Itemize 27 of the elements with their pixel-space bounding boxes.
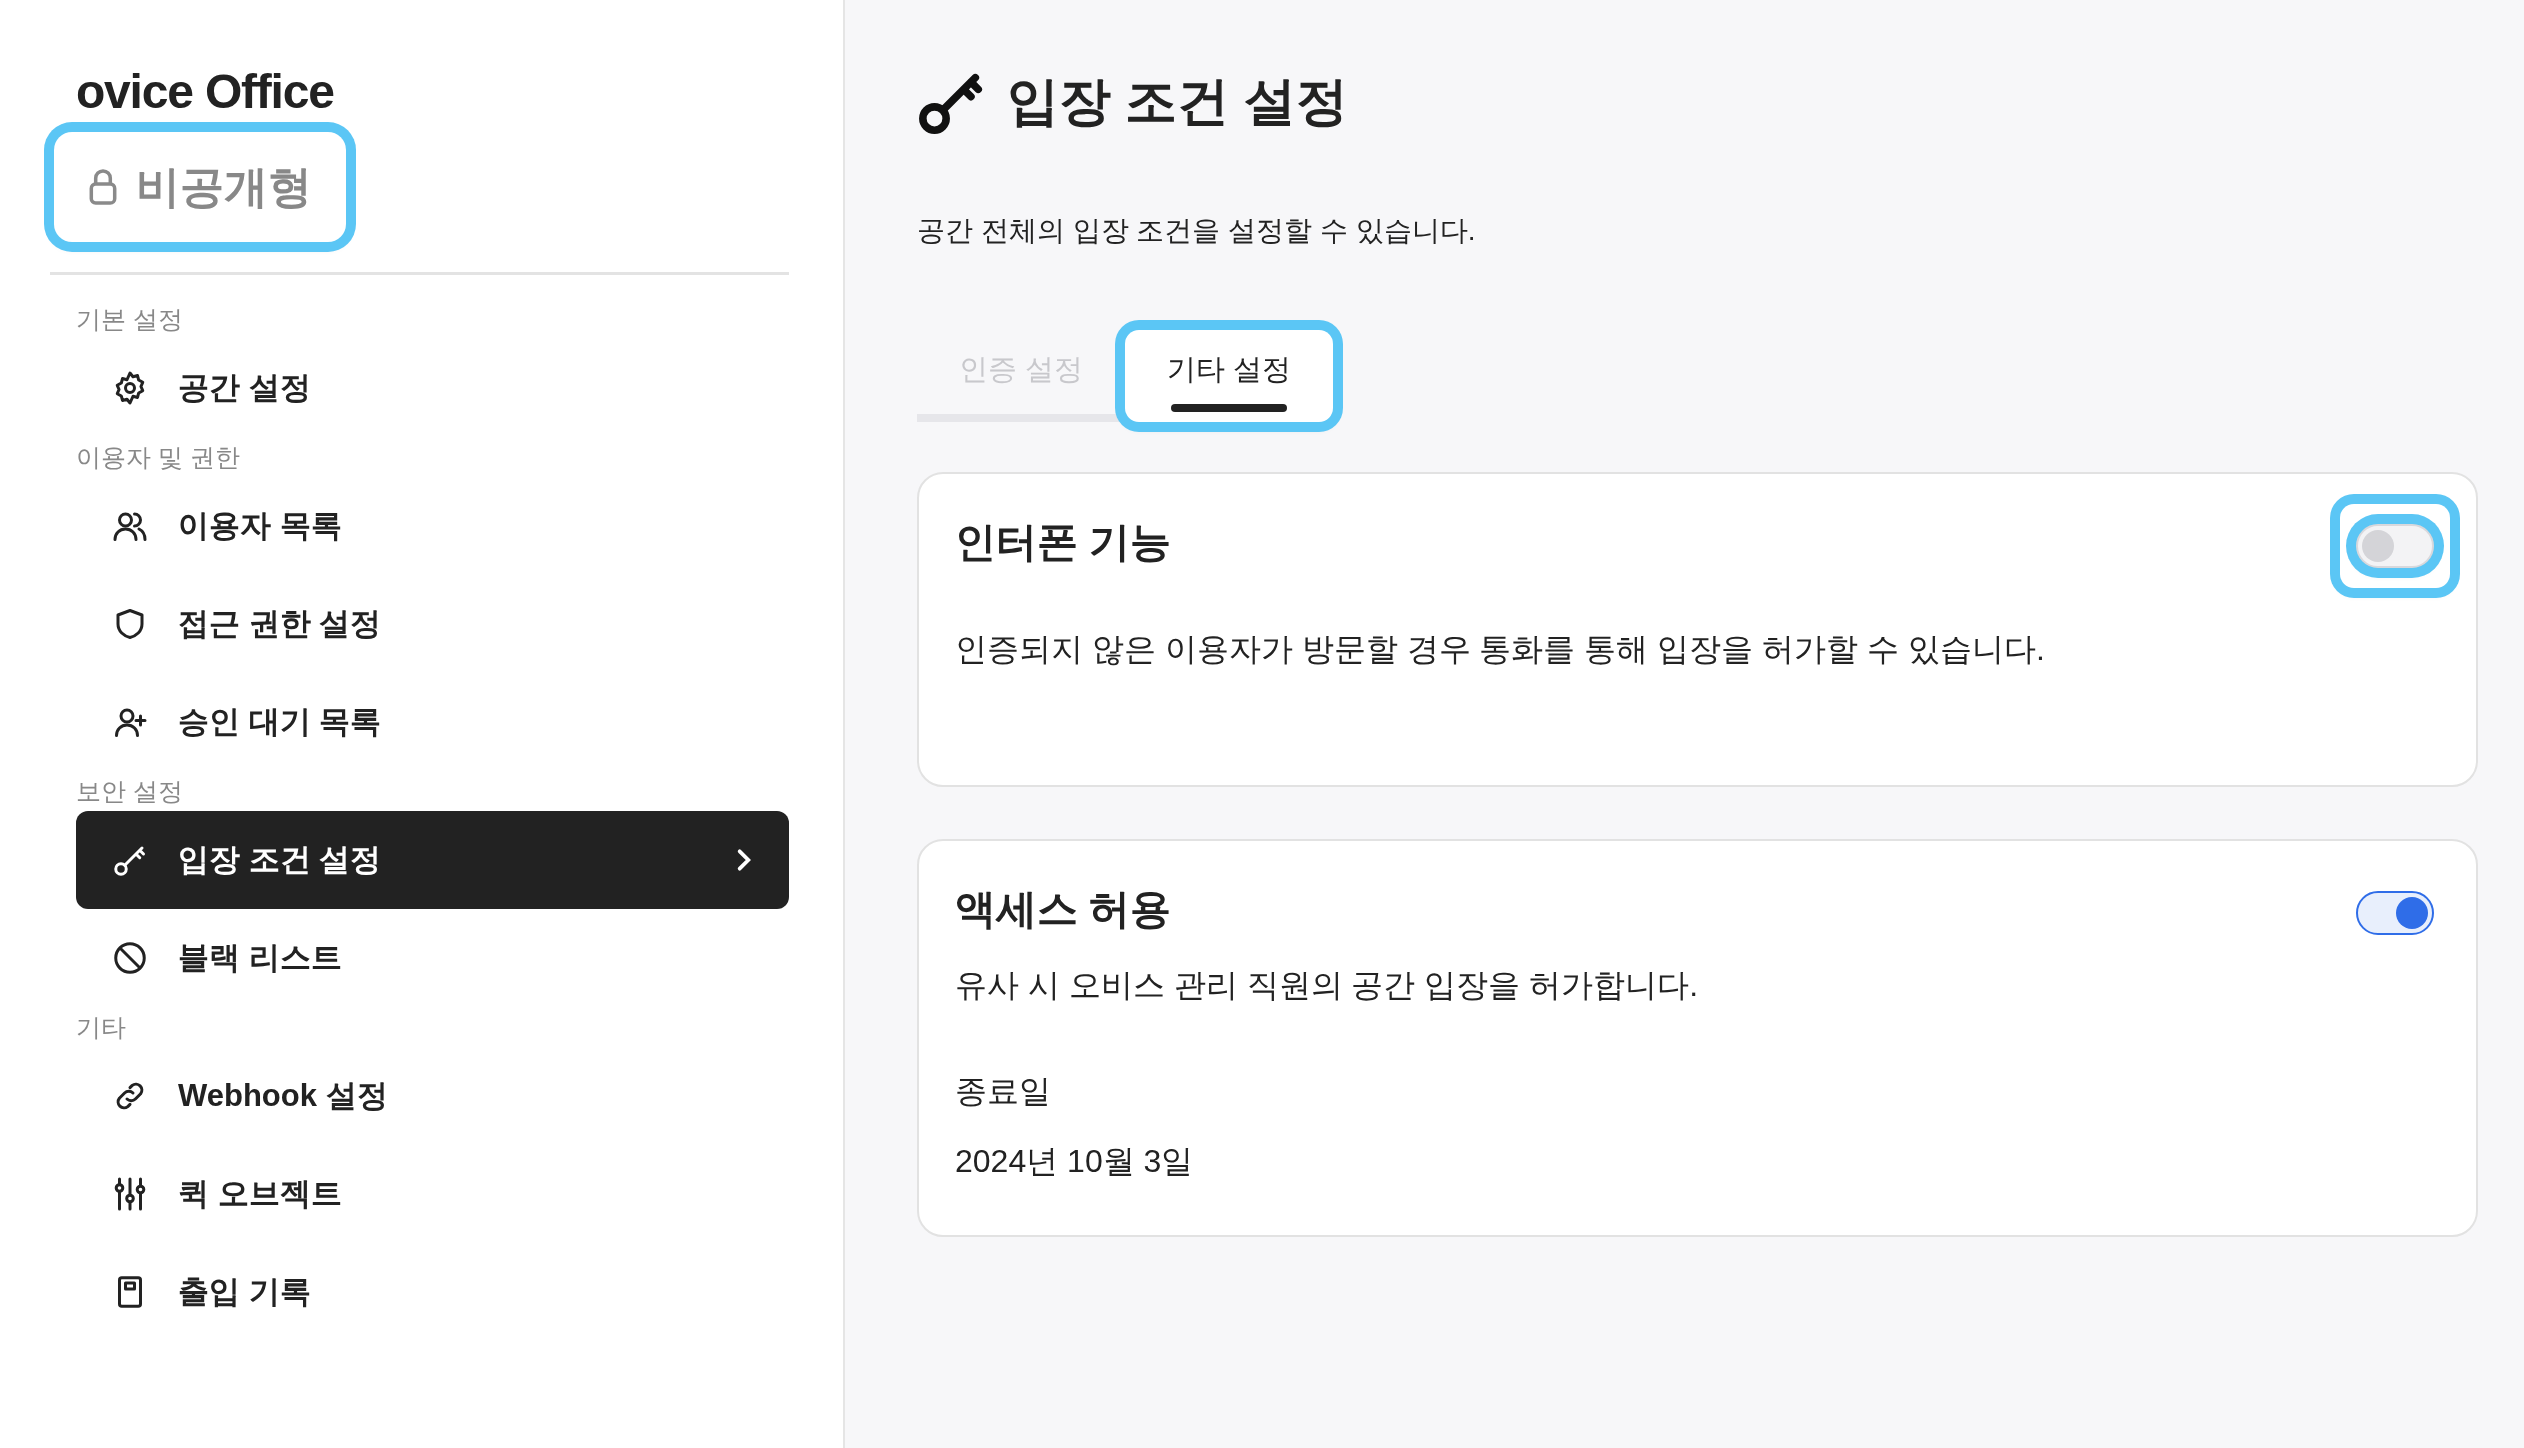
lock-icon [88, 168, 118, 206]
nav-item[interactable]: 승인 대기 목록 [76, 673, 789, 771]
section-label: 이용자 및 권한 [76, 442, 241, 473]
sliders-icon [112, 1176, 148, 1212]
page-description: 공간 전체의 입장 조건을 설정할 수 있습니다. [917, 214, 1477, 248]
nav-item[interactable]: 출입 기록 [76, 1243, 789, 1341]
card-title: 액세스 허용 [955, 885, 1172, 934]
date-value: 2024년 10월 3일 [955, 1141, 1195, 1181]
nav-item[interactable]: 퀵 오브젝트 [76, 1145, 789, 1243]
nav-item[interactable]: 블랙 리스트 [76, 909, 789, 1007]
field-label: 종료일 [955, 1071, 1052, 1111]
nav-item[interactable]: 공간 설정 [76, 339, 789, 437]
chevron-right-icon [735, 847, 753, 873]
page-title: 입장 조건 설정 [1007, 71, 1348, 132]
nav-item[interactable]: 입장 조건 설정 [76, 811, 789, 909]
section-label: 기본 설정 [76, 304, 184, 335]
nav-item[interactable]: 접근 권한 설정 [76, 575, 789, 673]
toggle-switch[interactable] [2356, 891, 2434, 935]
section-label: 보안 설정 [76, 776, 184, 807]
blocked-icon [112, 940, 148, 976]
nav-item[interactable]: Webhook 설정 [76, 1047, 789, 1145]
card-description: 인증되지 않은 이용자가 방문할 경우 통화를 통해 입장을 허가할 수 있습니다. [955, 630, 2046, 669]
card-description: 유사 시 오비스 관리 직원의 공간 입장을 허가합니다. [955, 965, 1700, 1005]
app-title: ovice Office [76, 68, 335, 116]
nav-item[interactable]: 이용자 목록 [76, 477, 789, 575]
card-title: 인터폰 기능 [955, 517, 1172, 567]
section-label: 기타 [76, 1012, 127, 1043]
